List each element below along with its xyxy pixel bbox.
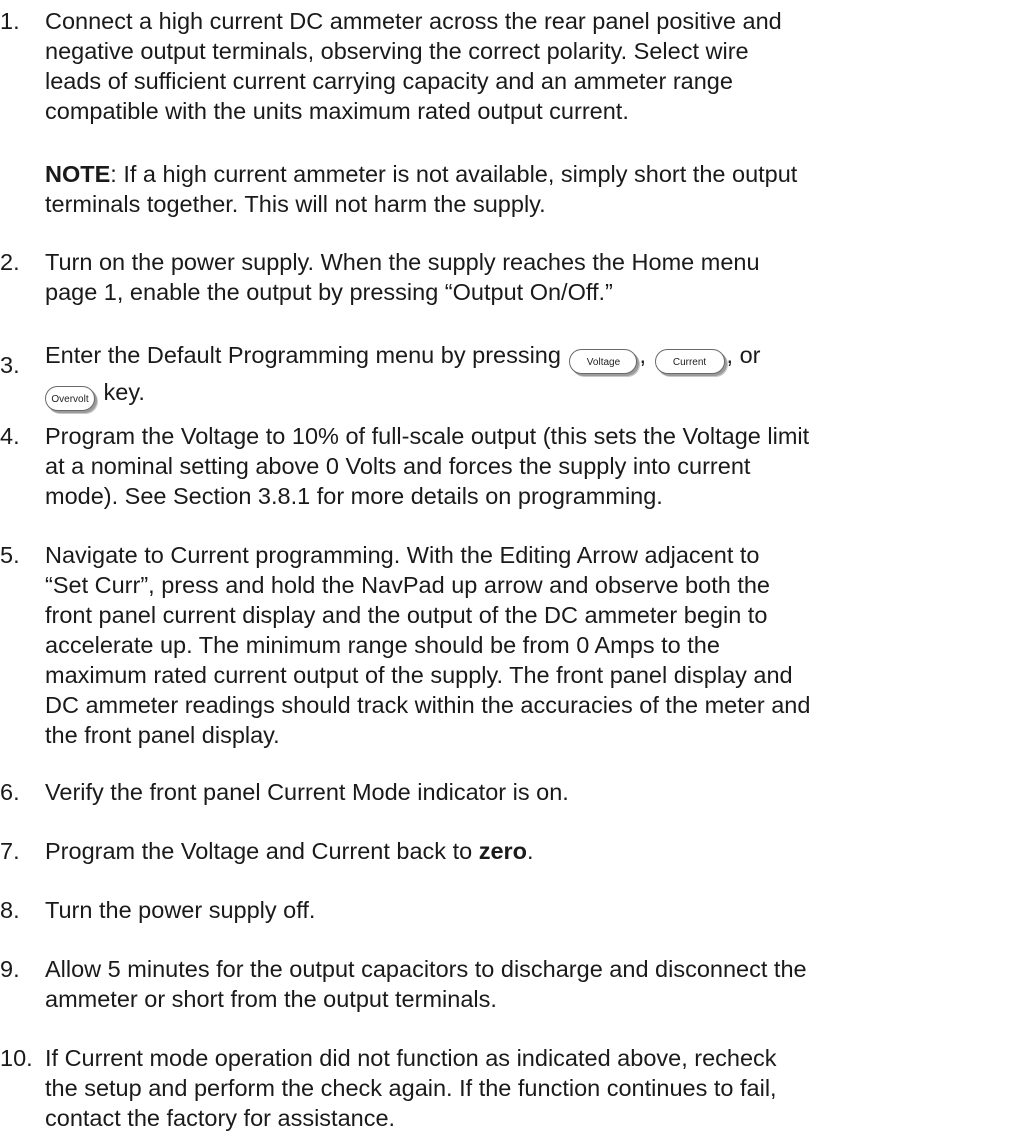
note-label: NOTE	[45, 161, 111, 187]
text-line: page 1, enable the output by pressing “O…	[45, 279, 613, 305]
text-line: Turn the power supply off.	[45, 897, 316, 923]
voltage-key: Voltage	[569, 349, 638, 374]
text-line: Program the Voltage to 10% of full-scale…	[45, 423, 810, 449]
text-line: Verify the front panel Current Mode indi…	[45, 779, 569, 805]
text-line: front panel current display and the outp…	[45, 602, 768, 628]
overvolt-key: Overvolt	[45, 386, 95, 411]
text-line: negative output terminals, observing the…	[45, 38, 749, 64]
step-text: If Current mode operation did not functi…	[45, 1043, 1005, 1133]
step-number: 10.	[0, 1045, 33, 1071]
text-line: leads of sufficient current carrying cap…	[45, 68, 733, 94]
note-text: NOTE: If a high current ammeter is not a…	[45, 159, 1005, 219]
step-text: Navigate to Current programming. With th…	[45, 540, 1005, 750]
step-number: 6.	[0, 779, 20, 805]
text-line: “Set Curr”, press and hold the NavPad up…	[45, 572, 770, 598]
step-number: 4.	[0, 423, 20, 449]
step-text: Program the Voltage and Current back to …	[45, 836, 1005, 866]
text-line: compatible with the units maximum rated …	[45, 98, 629, 124]
text-line: at a nominal setting above 0 Volts and f…	[45, 453, 751, 479]
note-body: : If a high current ammeter is not avail…	[110, 161, 798, 187]
text-line: maximum rated current output of the supp…	[45, 662, 793, 688]
text-line: Enter the Default Programming menu by pr…	[45, 334, 1005, 376]
step-text: Verify the front panel Current Mode indi…	[45, 777, 1005, 807]
text-line: Allow 5 minutes for the output capacitor…	[45, 956, 807, 982]
text-line: Turn on the power supply. When the suppl…	[45, 249, 760, 275]
text-line: Overvolt key.	[45, 376, 1005, 411]
step-text: Allow 5 minutes for the output capacitor…	[45, 954, 1005, 1014]
step-7-prefix: Program the Voltage and Current back to	[45, 838, 479, 864]
separator: ,	[639, 342, 653, 368]
emphasis-zero: zero	[478, 838, 528, 864]
current-key: Current	[654, 349, 725, 374]
text-line: the front panel display.	[45, 722, 280, 748]
step-7-suffix: .	[527, 838, 534, 864]
note-line-1: NOTE: If a high current ammeter is not a…	[45, 159, 1005, 189]
step-text: Turn on the power supply. When the suppl…	[45, 247, 1005, 307]
text-line: ammeter or short from the output termina…	[45, 986, 497, 1012]
step-number: 3.	[0, 352, 20, 378]
step-text: Program the Voltage to 10% of full-scale…	[45, 421, 1005, 511]
text-line: accelerate up. The minimum range should …	[45, 632, 720, 658]
text-line: the setup and perform the check again. I…	[45, 1075, 777, 1101]
step-number: 5.	[0, 542, 20, 568]
step-text: Connect a high current DC ammeter across…	[45, 6, 1005, 126]
step-number: 9.	[0, 956, 20, 982]
text-line: Navigate to Current programming. With th…	[45, 542, 760, 568]
text-line: DC ammeter readings should track within …	[45, 692, 811, 718]
step-number: 2.	[0, 249, 20, 275]
text-line: Program the Voltage and Current back to …	[45, 836, 1005, 866]
step-text: Enter the Default Programming menu by pr…	[45, 334, 1005, 411]
step-number: 1.	[0, 8, 20, 34]
text-line: If Current mode operation did not functi…	[45, 1045, 777, 1071]
step-number: 7.	[0, 838, 20, 864]
text-line: mode). See Section 3.8.1 for more detail…	[45, 483, 663, 509]
separator: , or	[726, 342, 761, 368]
note-line-2: terminals together. This will not harm t…	[45, 191, 546, 217]
step-text: Turn the power supply off.	[45, 895, 1005, 925]
step-3-prefix: Enter the Default Programming menu by pr…	[45, 342, 568, 368]
text-line: contact the factory for assistance.	[45, 1105, 396, 1131]
step-number: 8.	[0, 897, 20, 923]
text-line: Connect a high current DC ammeter across…	[45, 8, 782, 34]
step-3-suffix: key.	[97, 379, 145, 405]
